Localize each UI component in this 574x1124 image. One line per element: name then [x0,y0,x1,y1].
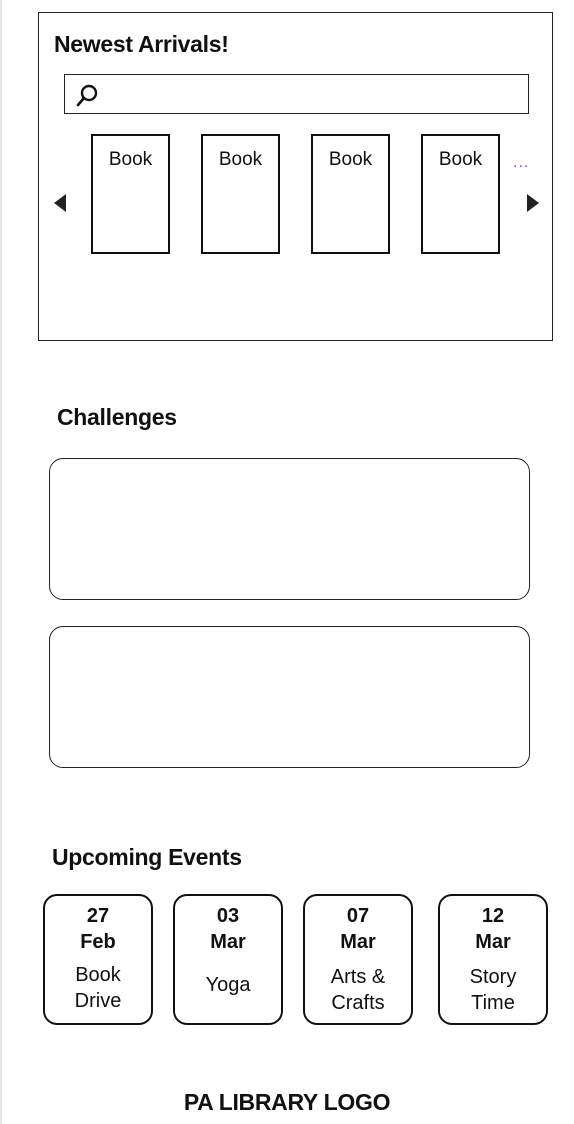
book-card[interactable]: Book [311,134,390,254]
library-logo: PA LIBRARY LOGO [183,1089,391,1115]
book-card[interactable]: Book [421,134,500,254]
event-month: Mar [210,931,246,953]
event-day: 07 [346,905,370,927]
book-label: Book [438,149,483,170]
search-input[interactable] [109,77,523,111]
newest-arrivals-title: Newest Arrivals! [54,31,229,57]
book-label: Book [218,149,263,170]
event-card[interactable]: 03 Mar Yoga [173,894,283,1025]
upcoming-events-title: Upcoming Events [52,844,242,870]
event-name: Yoga [205,974,251,996]
search-bar[interactable] [64,74,529,114]
book-card[interactable]: Book [91,134,170,254]
event-day: 12 [481,905,505,927]
event-card[interactable]: 12 Mar Story Time [438,894,548,1025]
event-day: 27 [86,905,110,927]
event-name: Arts & Crafts [330,966,386,1014]
event-name: Book Drive [74,964,122,1012]
event-card[interactable]: 27 Feb Book Drive [43,894,153,1025]
event-month: Feb [80,931,116,953]
book-card[interactable]: Book [201,134,280,254]
event-day: 03 [216,905,240,927]
search-icon[interactable] [75,82,101,108]
page-edge-divider [0,0,2,1124]
book-label: Book [108,149,153,170]
arrow-right-icon[interactable] [523,192,543,214]
more-books-indicator: ... [513,154,530,171]
challenges-title: Challenges [57,404,177,430]
event-card[interactable]: 07 Mar Arts & Crafts [303,894,413,1025]
event-month: Mar [475,931,511,953]
event-month: Mar [340,931,376,953]
challenge-card[interactable] [49,626,530,768]
event-name: Story Time [469,966,517,1014]
arrow-left-icon[interactable] [50,192,70,214]
challenge-card[interactable] [49,458,530,600]
newest-arrivals-panel: Newest Arrivals! Book Book Book Book ... [38,12,553,341]
book-label: Book [328,149,373,170]
